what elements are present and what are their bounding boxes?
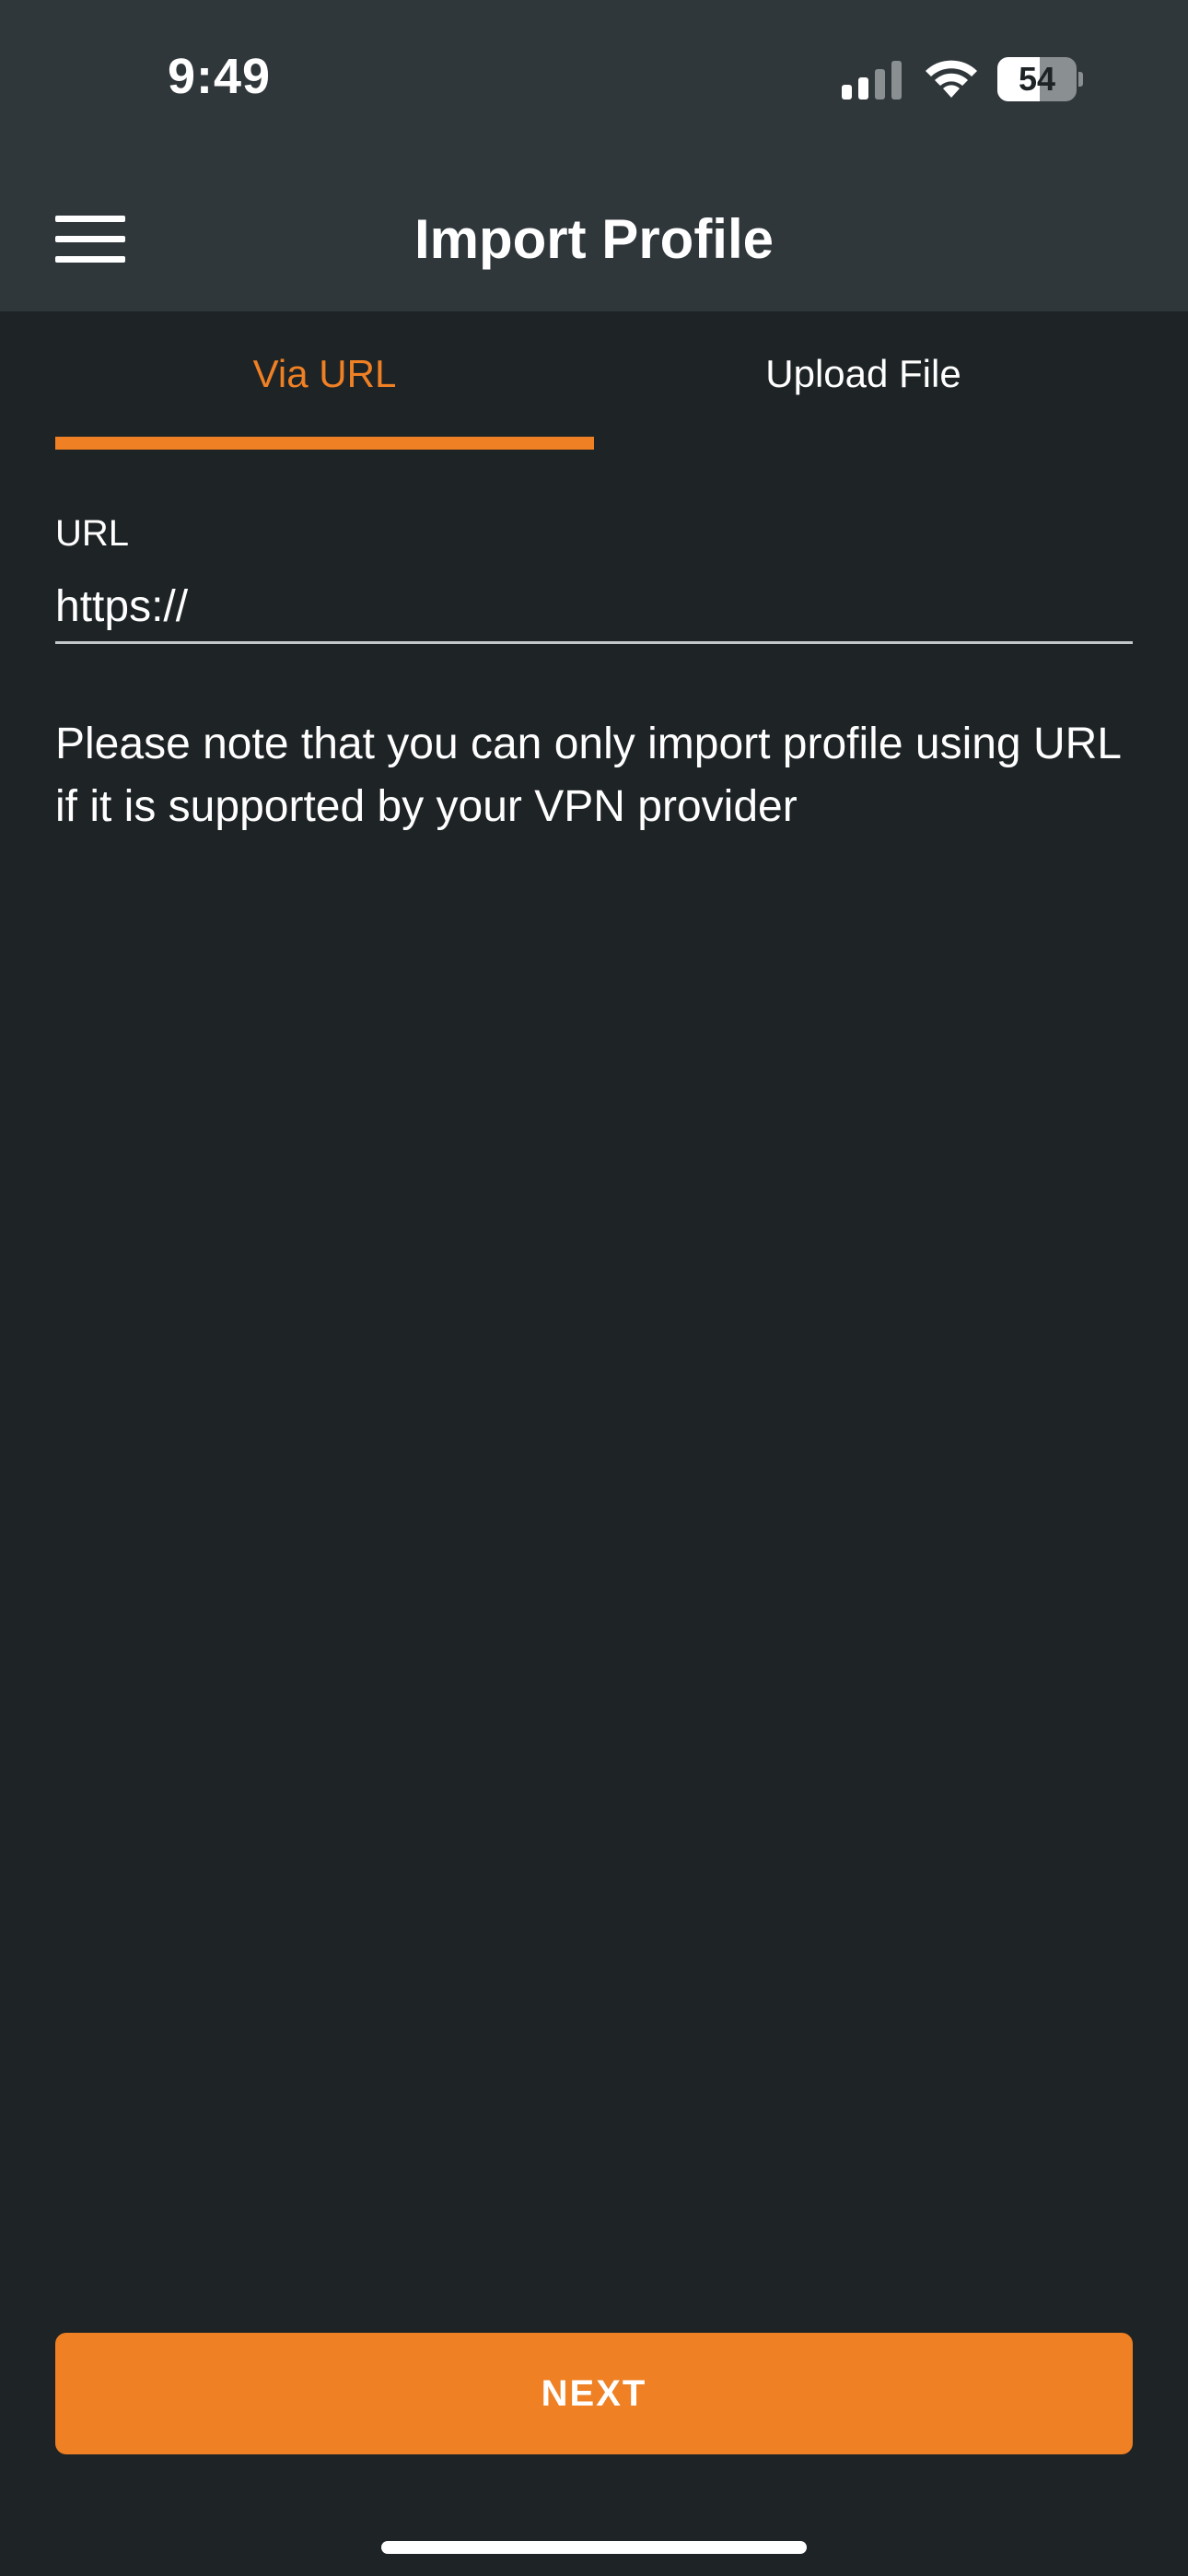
battery-tip: [1078, 72, 1083, 87]
url-input[interactable]: [55, 571, 1133, 644]
tab-upload-file[interactable]: Upload File: [594, 346, 1133, 402]
battery-icon: 54: [997, 57, 1083, 101]
wifi-icon: [926, 60, 977, 98]
next-button[interactable]: NEXT: [55, 2333, 1133, 2454]
url-field-label: URL: [55, 513, 130, 554]
status-time: 9:49: [168, 49, 272, 104]
home-indicator[interactable]: [381, 2541, 807, 2554]
battery-level: 54: [1018, 60, 1056, 98]
page-title: Import Profile: [413, 208, 775, 270]
active-tab-indicator: [55, 437, 594, 450]
import-note: Please note that you can only import pro…: [55, 720, 1121, 831]
cellular-signal-icon: [842, 61, 902, 100]
tab-via-url[interactable]: Via URL: [55, 346, 594, 402]
battery-body: 54: [997, 57, 1077, 101]
app-header: 9:49 54 Import Profile: [0, 0, 1188, 311]
